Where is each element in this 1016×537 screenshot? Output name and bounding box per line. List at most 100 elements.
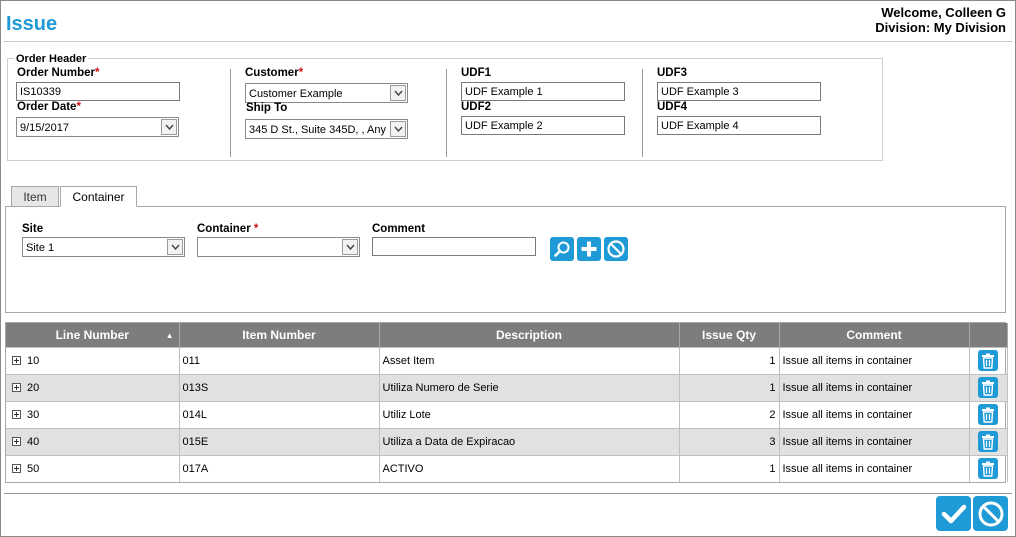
- cell-description: Asset Item: [379, 346, 680, 374]
- expand-row-icon[interactable]: [12, 437, 21, 447]
- column-header-issue-qty[interactable]: Issue Qty: [679, 323, 780, 347]
- sort-ascending-icon: ▲: [165, 331, 174, 340]
- cell-item-number: 011: [179, 346, 380, 374]
- footer-divider: [4, 493, 1012, 494]
- order-number-field[interactable]: IS10339: [16, 82, 180, 101]
- table-row[interactable]: 50 017A ACTIVO 1 Issue all items in containe…: [6, 454, 1008, 482]
- cell-description: Utiliz Lote: [379, 400, 680, 428]
- search-button[interactable]: [550, 237, 574, 261]
- site-select[interactable]: Site 1: [22, 237, 185, 257]
- table-row[interactable]: 10 011 Asset Item 1 Issue all items in conta…: [6, 346, 1008, 374]
- chevron-down-icon[interactable]: [161, 119, 177, 135]
- cell-actions: [969, 400, 1008, 428]
- order-header-fieldset: Order Header Order Number* IS10339 Order…: [7, 53, 883, 161]
- customer-label: Customer*: [245, 67, 304, 79]
- cell-comment: Issue all items in container: [779, 373, 970, 401]
- add-button[interactable]: [577, 237, 601, 261]
- column-divider: [642, 69, 643, 157]
- site-value: Site 1: [26, 242, 55, 254]
- cell-description: ACTIVO: [379, 454, 680, 482]
- trash-icon: [982, 380, 994, 396]
- chevron-down-icon[interactable]: [390, 121, 406, 137]
- cell-comment: Issue all items in container: [779, 454, 970, 482]
- customer-value: Customer Example: [249, 88, 343, 100]
- delete-row-button[interactable]: [978, 404, 998, 425]
- cell-comment: Issue all items in container: [779, 346, 970, 374]
- table-header-row: Line Number ▲ Item Number Description Iss…: [6, 323, 1008, 347]
- order-date-picker[interactable]: 9/15/2017: [16, 117, 179, 137]
- cell-actions: [969, 346, 1008, 374]
- header-divider: [4, 41, 1012, 42]
- cell-comment: Issue all items in container: [779, 427, 970, 455]
- cell-description: Utiliza a Data de Expiracao: [379, 427, 680, 455]
- user-info: Welcome, Colleen G Division: My Division: [875, 5, 1006, 35]
- plus-icon: [581, 241, 597, 257]
- container-label: Container *: [197, 223, 259, 235]
- chevron-down-icon[interactable]: [167, 239, 183, 255]
- division-text: Division: My Division: [875, 20, 1006, 35]
- expand-row-icon[interactable]: [12, 410, 21, 420]
- comment-label: Comment: [372, 223, 426, 235]
- site-label: Site: [22, 223, 44, 235]
- cell-issue-qty: 3: [679, 427, 780, 455]
- tab-container[interactable]: Container: [60, 186, 137, 207]
- issue-lines-table: Line Number ▲ Item Number Description Iss…: [6, 323, 1008, 482]
- cancel-icon: [978, 501, 1003, 526]
- comment-field[interactable]: [372, 237, 536, 256]
- cell-line-number: 10: [6, 346, 180, 374]
- cell-item-number: 015E: [179, 427, 380, 455]
- welcome-text: Welcome, Colleen G: [881, 5, 1006, 20]
- customer-select[interactable]: Customer Example: [245, 83, 408, 103]
- trash-icon: [982, 434, 994, 450]
- tab-item[interactable]: Item: [11, 186, 59, 207]
- column-header-item-number[interactable]: Item Number: [179, 323, 380, 347]
- column-divider: [230, 69, 231, 157]
- table-row[interactable]: 40 015E Utiliza a Data de Expiracao 3 Issue …: [6, 427, 1008, 455]
- confirm-button[interactable]: [936, 496, 971, 531]
- page-title: Issue: [6, 13, 58, 35]
- table-row[interactable]: 30 014L Utiliz Lote 2 Issue all items in con…: [6, 400, 1008, 428]
- delete-row-button[interactable]: [978, 350, 998, 371]
- udf3-field[interactable]: UDF Example 3: [657, 82, 821, 101]
- cancel-icon: [607, 240, 625, 258]
- delete-row-button[interactable]: [978, 377, 998, 398]
- order-date-value: 9/15/2017: [20, 122, 69, 134]
- column-header-description[interactable]: Description: [379, 323, 680, 347]
- ship-to-select[interactable]: 345 D St., Suite 345D, , Any: [245, 119, 408, 139]
- udf4-field[interactable]: UDF Example 4: [657, 116, 821, 135]
- cell-issue-qty: 2: [679, 400, 780, 428]
- udf2-field[interactable]: UDF Example 2: [461, 116, 625, 135]
- chevron-down-icon[interactable]: [342, 239, 358, 255]
- cell-item-number: 014L: [179, 400, 380, 428]
- cell-issue-qty: 1: [679, 346, 780, 374]
- column-header-comment[interactable]: Comment: [779, 323, 970, 347]
- order-date-label: Order Date*: [17, 101, 81, 113]
- cell-actions: [969, 373, 1008, 401]
- cell-line-number: 30: [6, 400, 180, 428]
- trash-icon: [982, 407, 994, 423]
- expand-row-icon[interactable]: [12, 464, 21, 474]
- issue-lines-grid: Line Number ▲ Item Number Description Iss…: [5, 322, 1008, 483]
- chevron-down-icon[interactable]: [390, 85, 406, 101]
- delete-row-button[interactable]: [978, 431, 998, 452]
- expand-row-icon[interactable]: [12, 383, 21, 393]
- cell-issue-qty: 1: [679, 373, 780, 401]
- udf1-label: UDF1: [461, 67, 492, 79]
- container-panel: Site Site 1 Container * Comment: [5, 206, 1006, 313]
- udf1-field[interactable]: UDF Example 1: [461, 82, 625, 101]
- cancel-button[interactable]: [604, 237, 628, 261]
- cell-line-number: 50: [6, 454, 180, 482]
- ship-to-label: Ship To: [246, 102, 288, 114]
- cell-line-number: 40: [6, 427, 180, 455]
- column-header-line-number[interactable]: Line Number ▲: [6, 323, 180, 347]
- check-icon: [941, 504, 966, 523]
- delete-row-button[interactable]: [978, 458, 998, 480]
- cancel-order-button[interactable]: [973, 496, 1008, 531]
- table-row[interactable]: 20 013S Utiliza Numero de Serie 1 Issue all …: [6, 373, 1008, 401]
- udf2-label: UDF2: [461, 101, 492, 113]
- expand-row-icon[interactable]: [12, 356, 21, 366]
- container-select[interactable]: [197, 237, 360, 257]
- trash-icon: [982, 353, 994, 369]
- trash-icon: [982, 461, 994, 477]
- order-number-label: Order Number*: [17, 67, 100, 79]
